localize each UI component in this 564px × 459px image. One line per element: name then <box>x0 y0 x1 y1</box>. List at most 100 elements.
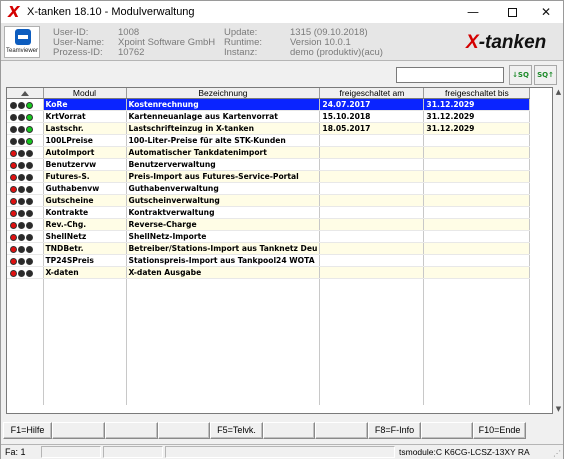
yellow-light-icon <box>18 209 25 217</box>
table-row[interactable]: KoRe Kostenrechnung 24.07.2017 31.12.2029 <box>7 98 531 111</box>
search-input[interactable] <box>396 67 504 83</box>
yellow-light-icon <box>18 161 25 169</box>
green-light-icon <box>26 221 33 229</box>
yellow-light-icon <box>18 269 25 277</box>
table-row[interactable]: Benutzervw Benutzerverwaltung <box>7 158 531 171</box>
green-light-icon <box>26 245 33 253</box>
sort-ascending-button[interactable]: ↓SQ <box>509 65 532 85</box>
module-table[interactable]: Modul Bezeichnung freigeschaltet am frei… <box>6 87 553 414</box>
status-light-cell <box>7 254 44 267</box>
table-row[interactable]: Guthabenvw Guthabenverwaltung <box>7 182 531 195</box>
cell-freigeschaltet-bis: 31.12.2029 <box>423 110 531 123</box>
minimize-button[interactable]: — <box>456 1 490 23</box>
cell-freigeschaltet-am <box>319 230 425 243</box>
empty-row <box>7 324 531 336</box>
empty-cell <box>7 278 44 290</box>
table-row[interactable]: ShellNetz ShellNetz-Importe <box>7 230 531 243</box>
table-row[interactable]: Gutscheine Gutscheinverwaltung <box>7 194 531 207</box>
table-row[interactable]: TP24SPreis Stationspreis-Import aus Tankp… <box>7 254 531 267</box>
empty-cell <box>7 290 44 302</box>
green-light-icon <box>26 197 33 205</box>
status-light-cell <box>7 194 44 207</box>
empty-cell <box>126 301 321 313</box>
cell-bezeichnung: X-daten Ausgabe <box>126 266 321 279</box>
status-light-cell <box>7 110 44 123</box>
table-row[interactable]: Lastschr. Lastschrifteinzug in X-tanken 18… <box>7 122 531 135</box>
table-row[interactable]: 100LPreise 100-Liter-Preise für alte STK-… <box>7 134 531 147</box>
table-row[interactable]: KrtVorrat Kartenneuanlage aus Kartenvorra… <box>7 110 531 123</box>
table-row[interactable]: TNDBetr. Betreiber/Stations-Import aus Ta… <box>7 242 531 255</box>
vertical-scrollbar[interactable]: ▲ ▼ <box>554 87 563 414</box>
cell-freigeschaltet-bis <box>423 230 531 243</box>
scroll-up-icon[interactable]: ▲ <box>554 87 563 97</box>
column-header-bezeichnung[interactable]: Bezeichnung <box>126 88 321 99</box>
empty-cell <box>126 290 321 302</box>
fkey-empty-2[interactable] <box>52 422 105 439</box>
yellow-light-icon <box>18 101 25 109</box>
column-header-freigeschaltet-bis[interactable]: freigeschaltet bis <box>423 88 531 99</box>
cell-freigeschaltet-am <box>319 146 425 159</box>
status-panel-2 <box>41 446 101 458</box>
f1-help-button[interactable]: F1=Hilfe <box>3 422 52 439</box>
status-column-header[interactable] <box>7 88 44 99</box>
f5-telvk-button[interactable]: F5=Telvk. <box>210 422 263 439</box>
sort-descending-button[interactable]: SQ↑ <box>534 65 557 85</box>
cell-bezeichnung: Automatischer Tankdatenimport <box>126 146 321 159</box>
table-row[interactable]: X-daten X-daten Ausgabe <box>7 266 531 279</box>
close-button[interactable]: ✕ <box>529 1 563 23</box>
cell-bezeichnung: ShellNetz-Importe <box>126 230 321 243</box>
fkey-empty-9[interactable] <box>421 422 473 439</box>
fkey-empty-4[interactable] <box>158 422 210 439</box>
empty-cell <box>7 347 44 359</box>
empty-cell <box>7 301 44 313</box>
empty-cell <box>126 336 321 348</box>
cell-freigeschaltet-bis <box>423 218 531 231</box>
green-light-icon <box>26 113 33 121</box>
table-row[interactable]: Rev.-Chg. Reverse-Charge <box>7 218 531 231</box>
fkey-empty-3[interactable] <box>105 422 158 439</box>
column-header-modul[interactable]: Modul <box>43 88 127 99</box>
f8-info-button[interactable]: F8=F-Info <box>368 422 421 439</box>
cell-bezeichnung: Benutzerverwaltung <box>126 158 321 171</box>
empty-cell <box>423 301 531 313</box>
empty-cell <box>7 382 44 394</box>
red-light-icon <box>10 197 17 205</box>
empty-cell <box>423 382 531 394</box>
empty-cell <box>423 359 531 371</box>
empty-cell <box>43 278 127 290</box>
red-light-icon <box>10 113 17 121</box>
fkey-empty-7[interactable] <box>315 422 368 439</box>
empty-cell <box>319 382 425 394</box>
brand-x: X <box>466 32 479 53</box>
status-light-cell <box>7 242 44 255</box>
empty-cell <box>126 370 321 382</box>
sort-descending-icon: SQ↑ <box>537 71 554 79</box>
table-row[interactable]: AutoImport Automatischer Tankdatenimport <box>7 146 531 159</box>
info-header: Teamviewer User-ID: 1008 User-Name: Xpoi… <box>1 23 563 61</box>
empty-cell <box>423 313 531 325</box>
empty-cell <box>126 393 321 405</box>
app-window: X X-tanken 18.10 - Modulverwaltung — ✕ T… <box>0 0 564 459</box>
green-light-icon <box>26 161 33 169</box>
table-row[interactable]: Futures-S. Preis-Import aus Futures-Servi… <box>7 170 531 183</box>
table-row[interactable]: Kontrakte Kontraktverwaltung <box>7 206 531 219</box>
empty-cell <box>423 370 531 382</box>
resize-grip-icon[interactable]: ⋰ <box>553 449 561 458</box>
yellow-light-icon <box>18 125 25 133</box>
cell-modul: 100LPreise <box>43 134 127 147</box>
fkey-empty-6[interactable] <box>263 422 315 439</box>
maximize-button[interactable] <box>495 1 529 23</box>
empty-cell <box>43 324 127 336</box>
maximize-icon <box>507 8 517 17</box>
teamviewer-button[interactable]: Teamviewer <box>4 26 40 58</box>
yellow-light-icon <box>18 257 25 265</box>
column-header-freigeschaltet-am[interactable]: freigeschaltet am <box>319 88 425 99</box>
f10-end-button[interactable]: F10=Ende <box>473 422 526 439</box>
empty-cell <box>43 336 127 348</box>
table-header-row: Modul Bezeichnung freigeschaltet am frei… <box>7 88 531 99</box>
cell-modul: X-daten <box>43 266 127 279</box>
status-company: Fa: 1 <box>5 447 26 457</box>
status-light-cell <box>7 182 44 195</box>
scroll-down-icon[interactable]: ▼ <box>554 404 563 414</box>
empty-cell <box>126 313 321 325</box>
